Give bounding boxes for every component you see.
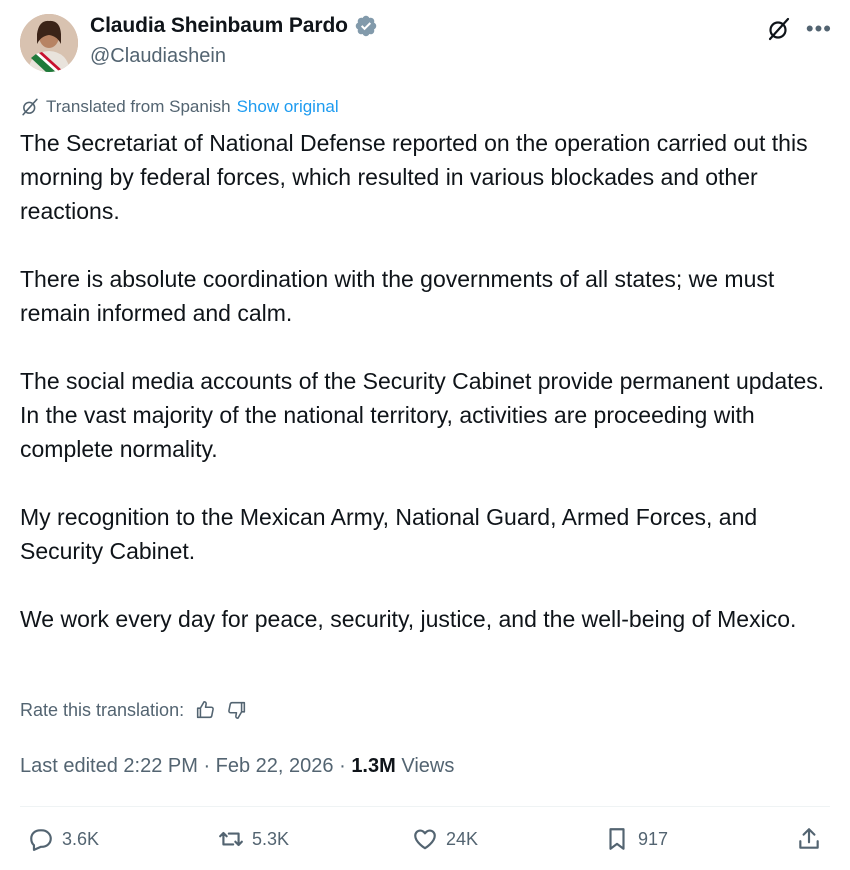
avatar[interactable] bbox=[20, 14, 78, 72]
thumbs-down-icon[interactable] bbox=[226, 699, 248, 721]
repost-count: 5.3K bbox=[252, 828, 290, 849]
more-icon[interactable]: ••• bbox=[806, 18, 832, 40]
bookmark-button[interactable]: 917 bbox=[604, 826, 668, 852]
author-handle[interactable]: @Claudiashein bbox=[90, 45, 226, 68]
views-label: Views bbox=[395, 755, 455, 777]
reply-button[interactable]: 3.6K bbox=[28, 826, 99, 852]
reply-count: 3.6K bbox=[62, 828, 100, 849]
tweet-paragraph: The Secretariat of National Defense repo… bbox=[20, 130, 808, 224]
translation-notice: Translated from Spanish Show original bbox=[20, 97, 339, 117]
translation-label: Translated from Spanish bbox=[46, 97, 231, 116]
repost-button[interactable]: 5.3K bbox=[218, 826, 289, 852]
bookmark-icon bbox=[609, 828, 625, 850]
rate-label: Rate this translation: bbox=[20, 699, 185, 720]
reply-icon bbox=[30, 829, 52, 851]
show-original-link[interactable]: Show original bbox=[237, 97, 339, 117]
like-button[interactable]: 24K bbox=[412, 826, 478, 852]
tweet-paragraph: My recognition to the Mexican Army, Nati… bbox=[20, 504, 758, 564]
author-row: Claudia Sheinbaum Pardo bbox=[90, 14, 378, 38]
translate-icon bbox=[22, 98, 38, 116]
action-bar: 3.6K 5.3K 24K 917 bbox=[20, 826, 830, 860]
like-icon bbox=[414, 829, 436, 850]
verified-badge-icon bbox=[355, 15, 377, 37]
author-name[interactable]: Claudia Sheinbaum Pardo bbox=[90, 14, 348, 38]
like-count: 24K bbox=[446, 828, 479, 849]
views-count: 1.3M bbox=[351, 755, 396, 777]
share-icon bbox=[799, 828, 819, 849]
tweet-top-actions: ••• bbox=[766, 16, 832, 42]
edited-timestamp[interactable]: Last edited 2:22 PM · Feb 22, 2026 · bbox=[20, 755, 351, 777]
tweet-paragraph: The social media accounts of the Securit… bbox=[20, 368, 825, 462]
thumbs-up-icon[interactable] bbox=[194, 699, 216, 721]
tweet-paragraph: We work every day for peace, security, j… bbox=[20, 606, 797, 632]
repost-icon bbox=[219, 831, 243, 847]
rate-translation: Rate this translation: bbox=[20, 699, 248, 721]
tweet-meta: Last edited 2:22 PM · Feb 22, 2026 · 1.3… bbox=[20, 755, 454, 778]
tweet-body: The Secretariat of National Defense repo… bbox=[20, 126, 830, 636]
tweet-paragraph: There is absolute coordination with the … bbox=[20, 266, 775, 326]
grok-icon[interactable] bbox=[766, 16, 792, 42]
bookmark-count: 917 bbox=[638, 828, 669, 849]
share-button[interactable] bbox=[796, 826, 822, 852]
divider bbox=[20, 806, 830, 807]
